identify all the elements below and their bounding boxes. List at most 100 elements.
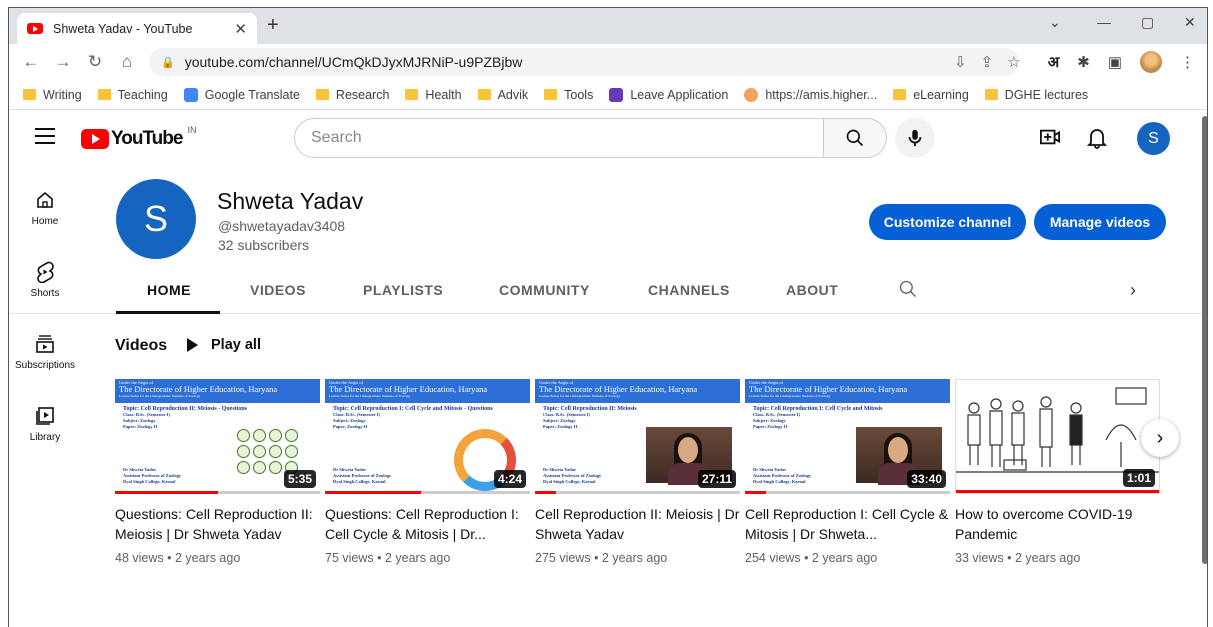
side-panel-icon[interactable]: ▣	[1108, 53, 1122, 71]
video-card[interactable]: 1:01 How to overcome COVID-19 Pandemic 3…	[955, 379, 1160, 565]
folder-icon	[23, 89, 36, 100]
search-button[interactable]	[824, 118, 887, 158]
bookmark-label: Teaching	[117, 87, 168, 102]
bookmark-label: Leave Application	[630, 87, 729, 102]
bookmark-research[interactable]: Research	[315, 88, 389, 102]
folder-icon	[893, 89, 907, 100]
tab-channels[interactable]: CHANNELS	[648, 282, 730, 298]
folder-icon	[315, 89, 329, 100]
video-thumbnail[interactable]: Under the Aegis of The Directorate of Hi…	[115, 379, 320, 494]
create-video-icon[interactable]	[1039, 127, 1061, 152]
guide-home[interactable]: Home	[9, 188, 81, 227]
tab-strip: Shweta Yadav - YouTube ✕ + ⌄ — ▢ ✕	[9, 8, 1207, 44]
minimize-icon[interactable]: —	[1097, 14, 1111, 30]
bookmark-writing[interactable]: Writing	[23, 88, 82, 102]
channel-handle: @shwetayadav3408	[218, 218, 346, 234]
view-count: 275 views	[535, 551, 591, 565]
profile-avatar-icon[interactable]	[1140, 51, 1162, 73]
bookmark-label: Google Translate	[204, 87, 300, 102]
bookmark-teaching[interactable]: Teaching	[97, 87, 168, 102]
bookmark-elearning[interactable]: eLearning	[893, 88, 969, 102]
manage-videos-button[interactable]: Manage videos	[1034, 204, 1166, 240]
bookmark-health[interactable]: Health	[405, 88, 462, 102]
guide-library[interactable]: Library	[9, 404, 81, 443]
channel-name: Shweta Yadav	[217, 188, 364, 214]
account-avatar[interactable]: S	[1137, 122, 1170, 155]
search-input[interactable]: Search	[294, 118, 824, 158]
play-icon	[187, 338, 198, 352]
slide-text: Dyal Singh College, Karnal	[123, 479, 176, 484]
tab-search-icon[interactable]: ⌄	[1049, 14, 1061, 31]
new-tab-icon[interactable]: +	[267, 14, 279, 37]
guide-subscriptions[interactable]: Subscriptions	[9, 332, 81, 371]
hamburger-menu-icon[interactable]	[35, 128, 55, 149]
video-title[interactable]: Questions: Cell Reproduction II: Meiosis…	[115, 504, 320, 544]
youtube-favicon-icon	[27, 23, 43, 34]
back-icon[interactable]: ←	[15, 52, 47, 72]
video-duration: 33:40	[907, 470, 946, 488]
tab-about[interactable]: ABOUT	[786, 282, 838, 298]
watch-progress	[956, 490, 1159, 493]
tab-community[interactable]: COMMUNITY	[499, 282, 590, 298]
bookmark-dghe-lectures[interactable]: DGHE lectures	[984, 88, 1088, 102]
country-code: IN	[187, 125, 197, 135]
tab-home[interactable]: HOME	[147, 282, 191, 298]
upload-age: 2 years ago	[1014, 551, 1081, 565]
voice-search-button[interactable]	[895, 118, 935, 158]
slide-text: Lecture Series for the Undergraduate Stu…	[119, 394, 201, 398]
video-card[interactable]: Under the Aegis of The Directorate of Hi…	[535, 379, 740, 565]
site-icon	[744, 87, 759, 102]
bookmark-star-icon[interactable]: ☆	[1007, 53, 1020, 71]
notifications-bell-icon[interactable]	[1086, 127, 1108, 154]
bookmark-leave-application[interactable]: Leave Application	[609, 87, 729, 102]
slide-text: Lecture Series for the Undergraduate Stu…	[749, 394, 831, 398]
chevron-right-icon: ›	[1156, 426, 1164, 449]
video-title[interactable]: How to overcome COVID-19 Pandemic	[955, 504, 1160, 544]
video-card[interactable]: Under the Aegis of The Directorate of Hi…	[745, 379, 950, 565]
video-thumbnail[interactable]: 1:01	[955, 379, 1160, 494]
microphone-icon	[908, 129, 922, 147]
forward-icon[interactable]: →	[47, 52, 79, 72]
youtube-logo[interactable]: YouTube IN	[81, 125, 197, 150]
home-browser-icon[interactable]: ⌂	[111, 52, 143, 72]
bookmark-google-translate[interactable]: Google Translate	[183, 87, 300, 102]
video-title[interactable]: Cell Reproduction I: Cell Cycle & Mitosi…	[745, 504, 950, 544]
video-duration: 4:24	[493, 470, 526, 488]
share-icon[interactable]: ⇪	[981, 53, 994, 71]
customize-channel-button[interactable]: Customize channel	[869, 204, 1026, 240]
video-thumbnail[interactable]: Under the Aegis of The Directorate of Hi…	[535, 379, 740, 494]
bookmark-advik[interactable]: Advik	[477, 88, 528, 102]
restore-icon[interactable]: ▢	[1141, 14, 1154, 31]
bookmark-amis[interactable]: https://amis.higher...	[744, 87, 877, 102]
extensions-icon[interactable]: ✱	[1077, 53, 1090, 71]
browser-tab[interactable]: Shweta Yadav - YouTube ✕	[17, 13, 257, 44]
shelf-next-button[interactable]: ›	[1141, 419, 1179, 457]
page-scrollbar[interactable]	[1202, 116, 1207, 564]
tab-playlists[interactable]: PLAYLISTS	[363, 282, 443, 298]
close-tab-icon[interactable]: ✕	[234, 20, 247, 38]
channel-avatar[interactable]: S	[116, 179, 196, 259]
video-meta: 48 views • 2 years ago	[115, 551, 241, 565]
view-count: 48 views	[115, 551, 164, 565]
reload-icon[interactable]: ↻	[79, 52, 111, 72]
slide-text: Lecture Series for the Undergraduate Stu…	[329, 394, 411, 398]
menu-icon[interactable]: ⋮	[1180, 53, 1195, 71]
tabs-scroll-right-icon[interactable]: ›	[1130, 280, 1136, 301]
play-all-button[interactable]: Play all	[187, 337, 261, 353]
address-bar[interactable]: 🔒 youtube.com/channel/UCmQkDJyxMJRNiP-u9…	[149, 48, 1019, 76]
video-thumbnail[interactable]: Under the Aegis of The Directorate of Hi…	[325, 379, 530, 494]
video-title[interactable]: Cell Reproduction II: Meiosis | Dr Shwet…	[535, 504, 740, 544]
video-card[interactable]: Under the Aegis of The Directorate of Hi…	[115, 379, 320, 565]
tab-videos[interactable]: VIDEOS	[250, 282, 306, 298]
close-window-icon[interactable]: ✕	[1184, 14, 1196, 31]
channel-search-icon[interactable]	[898, 279, 918, 304]
bookmark-tools[interactable]: Tools	[544, 88, 593, 102]
guide-label: Library	[29, 432, 61, 443]
install-app-icon[interactable]: ⇩	[954, 53, 967, 71]
video-card[interactable]: Under the Aegis of The Directorate of Hi…	[325, 379, 530, 565]
active-tab-indicator	[116, 311, 220, 314]
hindi-extension-icon[interactable]: अ	[1048, 52, 1059, 72]
youtube-play-icon	[81, 129, 109, 149]
video-title[interactable]: Questions: Cell Reproduction I: Cell Cyc…	[325, 504, 530, 544]
video-thumbnail[interactable]: Under the Aegis of The Directorate of Hi…	[745, 379, 950, 494]
